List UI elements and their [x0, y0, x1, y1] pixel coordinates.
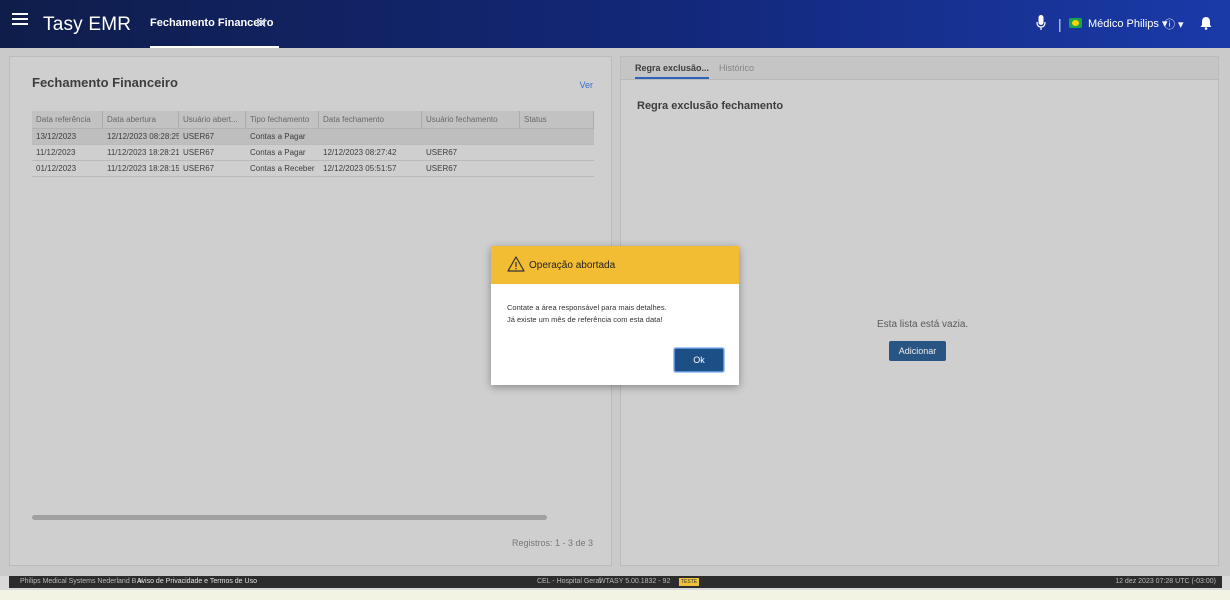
dialog-title: Operação abortada	[529, 260, 616, 271]
footer-datetime: 12 dez 2023 07:28 UTC (-03:00)	[1115, 578, 1216, 585]
app-title: Tasy EMR	[43, 14, 132, 35]
bottom-strip	[0, 590, 1230, 600]
dialog-message: Contate a área responsável para mais det…	[507, 303, 667, 312]
privacy-link[interactable]: Aviso de Privacidade e Termos de Uso	[137, 576, 257, 588]
footer-hospital: CEL - Hospital Geral	[537, 578, 601, 585]
tab-close-icon[interactable]: ✕	[255, 14, 268, 32]
dialog-message: Já existe um mês de referência com esta …	[507, 315, 663, 324]
top-bar: Tasy EMR Fechamento Financeiro ✕ | Médic…	[0, 0, 1230, 48]
dialog-header: Operação abortada	[491, 246, 739, 284]
header-divider: |	[1058, 16, 1062, 32]
bell-icon[interactable]	[1200, 16, 1212, 30]
error-dialog: Operação abortada Contate a área respons…	[491, 246, 739, 385]
info-icon[interactable]: ⓘ ▾	[1164, 16, 1184, 32]
menu-icon[interactable]	[12, 10, 28, 28]
footer-company: Philips Medical Systems Nederland B.V.	[20, 578, 145, 585]
user-menu[interactable]: Médico Philips ▾	[1088, 17, 1168, 30]
environment-badge: TESTE	[679, 578, 700, 586]
microphone-icon[interactable]	[1036, 15, 1046, 31]
ok-button[interactable]: Ok	[674, 348, 724, 372]
footer: Philips Medical Systems Nederland B.V. A…	[9, 576, 1222, 588]
warning-icon	[507, 256, 525, 272]
footer-version: WTASY 5.00.1832 - 92	[599, 578, 671, 585]
flag-icon	[1069, 18, 1082, 28]
